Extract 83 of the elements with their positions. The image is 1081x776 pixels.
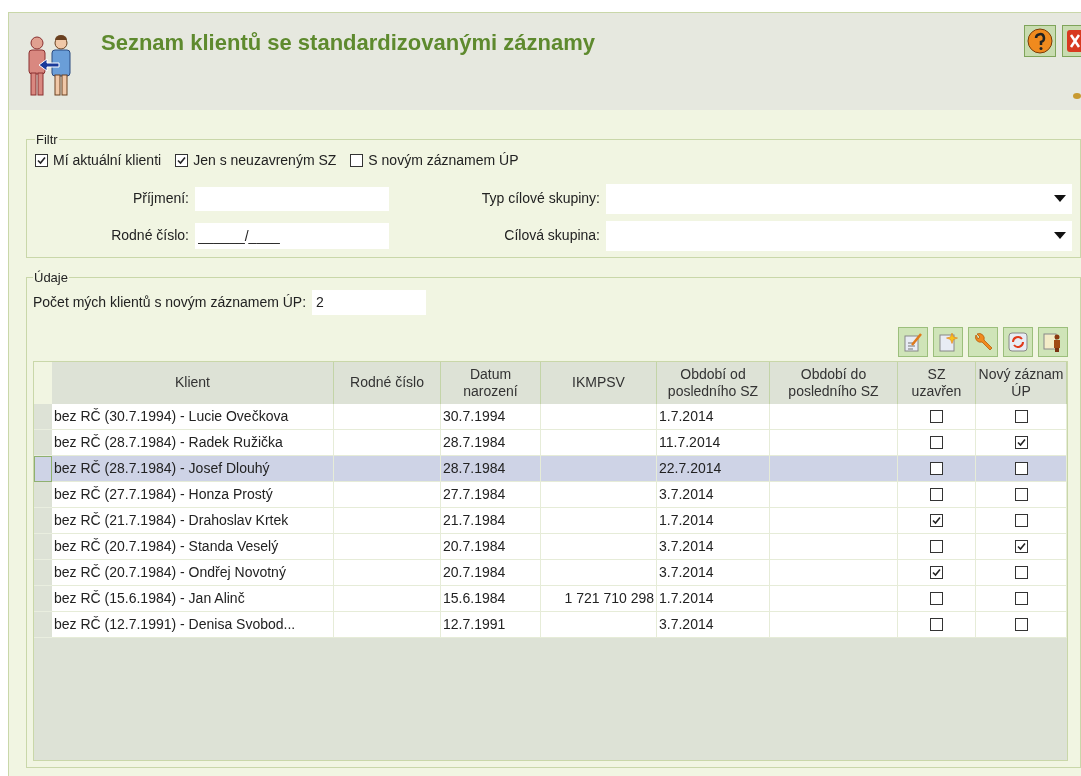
table-cell: 21.7.1984 — [441, 507, 541, 534]
checkbox[interactable] — [930, 409, 943, 423]
checkbox[interactable] — [175, 153, 189, 167]
table-row[interactable]: bez RČ (12.7.1991) - Denisa Svobod... 12.7.1991 3.7.2014 — [34, 611, 1067, 638]
birth-number-field[interactable]: ______/____ — [195, 222, 389, 249]
table-cell: 22.7.2014 — [657, 455, 770, 482]
table-cell: 3.7.2014 — [657, 533, 770, 560]
caret-icon — [1054, 195, 1066, 202]
table-cell: 3.7.2014 — [657, 481, 770, 508]
person-document-icon[interactable] — [1038, 326, 1068, 357]
table-cell: 28.7.1984 — [441, 455, 541, 482]
close-button[interactable] — [1062, 25, 1081, 57]
table-cell: 30.7.1994 — [441, 403, 541, 430]
checkbox[interactable] — [930, 539, 943, 553]
table-cell: bez RČ (12.7.1991) - Denisa Svobod... — [52, 611, 334, 638]
table-row[interactable]: bez RČ (30.7.1994) - Lucie Ovečkova 30.7.1994 1.7.2014 — [34, 403, 1067, 430]
caret-icon — [1054, 232, 1066, 239]
table-cell: bez RČ (20.7.1984) - Ondřej Novotný — [52, 559, 334, 586]
checkbox[interactable] — [930, 487, 943, 501]
table-cell: 28.7.1984 — [441, 429, 541, 456]
checkbox[interactable] — [1014, 461, 1028, 475]
surname-field[interactable] — [195, 186, 389, 211]
page-title: Seznam klientů se standardizovanými záznamy — [101, 29, 595, 57]
checkbox[interactable] — [930, 461, 943, 475]
checkbox[interactable] — [1014, 409, 1028, 423]
checkbox[interactable] — [1014, 617, 1028, 631]
row-header-corner — [34, 361, 52, 404]
table-cell: bez RČ (15.6.1984) - Jan Alinč — [52, 585, 334, 612]
table-cell: bez RČ (27.7.1984) - Honza Prostý — [52, 481, 334, 508]
table-cell: 15.6.1984 — [441, 585, 541, 612]
count-field[interactable]: 2 — [312, 289, 427, 315]
field-label: Cílová skupina: — [503, 226, 601, 245]
table-row[interactable]: bez RČ (28.7.1984) - Josef Dlouhý 28.7.1984 22.7.2014 — [34, 455, 1067, 482]
field-label: Rodné číslo: — [110, 226, 190, 245]
checkbox[interactable] — [930, 565, 943, 579]
wrench-icon[interactable] — [968, 326, 998, 357]
checkbox[interactable] — [930, 435, 943, 449]
checkbox[interactable] — [35, 153, 48, 167]
table-cell: 11.7.2014 — [657, 429, 770, 456]
table-cell: bez RČ (30.7.1994) - Lucie Ovečkova — [52, 403, 334, 430]
checkbox[interactable] — [1014, 591, 1028, 605]
checkbox[interactable] — [1014, 539, 1028, 553]
filter-legend: Filtr — [35, 130, 59, 150]
checkbox[interactable] — [930, 513, 943, 527]
checkbox-label: Jen s neuzavreným SZ — [193, 150, 337, 170]
edit-icon[interactable] — [898, 326, 928, 357]
table-cell: bez RČ (28.7.1984) - Radek Ružička — [52, 429, 334, 456]
checkbox-label: S novým záznamem ÚP — [368, 150, 519, 170]
small-icon — [1073, 93, 1081, 99]
checkbox[interactable] — [1014, 435, 1028, 449]
checkbox[interactable] — [1014, 513, 1028, 527]
table-cell: bez RČ (28.7.1984) - Josef Dlouhý — [52, 455, 334, 482]
field-label: Příjmení: — [132, 189, 190, 208]
help-button[interactable] — [1024, 25, 1056, 57]
table-cell: 3.7.2014 — [657, 611, 770, 638]
table-cell: 20.7.1984 — [441, 559, 541, 586]
table-row[interactable]: bez RČ (21.7.1984) - Drahoslav Krtek 21.7.1984 1.7.2014 — [34, 507, 1067, 534]
table-cell: 27.7.1984 — [441, 481, 541, 508]
table-cell: 1 721 710 298 — [541, 585, 657, 612]
checkbox[interactable] — [1014, 565, 1028, 579]
table-row[interactable]: bez RČ (27.7.1984) - Honza Prostý 27.7.1984 3.7.2014 — [34, 481, 1067, 508]
field-label: Typ cílové skupiny: — [480, 189, 601, 208]
checkbox[interactable] — [930, 591, 943, 605]
table-cell: 12.7.1991 — [441, 611, 541, 638]
data-legend: Údaje — [33, 268, 69, 288]
table-row[interactable]: bez RČ (28.7.1984) - Radek Ružička 28.7.1984 11.7.2014 — [34, 429, 1067, 456]
table-row[interactable]: bez RČ (20.7.1984) - Standa Veselý 20.7.1984 3.7.2014 — [34, 533, 1067, 560]
table-cell: 1.7.2014 — [657, 507, 770, 534]
checkbox[interactable] — [930, 617, 943, 631]
refresh-icon[interactable] — [1003, 326, 1033, 357]
checkbox-label: Mí aktuální klienti — [53, 150, 162, 170]
table-row[interactable]: bez RČ (20.7.1984) - Ondřej Novotný 20.7.1984 3.7.2014 — [34, 559, 1067, 586]
column-header[interactable]: Nový záznam ÚP — [976, 361, 1067, 404]
table-cell: 3.7.2014 — [657, 559, 770, 586]
checkbox[interactable] — [350, 153, 364, 167]
table-cell: bez RČ (21.7.1984) - Drahoslav Krtek — [52, 507, 334, 534]
table-cell: 20.7.1984 — [441, 533, 541, 560]
checkbox[interactable] — [1014, 487, 1028, 501]
table-cell: bez RČ (20.7.1984) - Standa Veselý — [52, 533, 334, 560]
table-cell: 1.7.2014 — [657, 403, 770, 430]
count-label: Počet mých klientů s novým záznamem ÚP: — [33, 292, 308, 312]
table-row[interactable]: bez RČ (15.6.1984) - Jan Alinč 15.6.1984 1 721 710 298 1.7.2014 — [34, 585, 1067, 612]
table-cell: 1.7.2014 — [657, 585, 770, 612]
